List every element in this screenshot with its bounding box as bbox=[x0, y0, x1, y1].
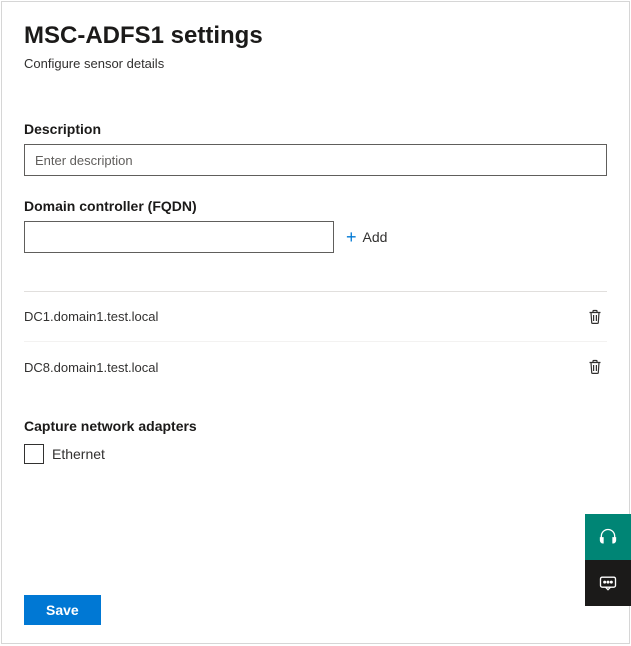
settings-panel: MSC-ADFS1 settings Configure sensor deta… bbox=[1, 1, 630, 644]
fqdn-input[interactable] bbox=[24, 221, 334, 253]
plus-icon: + bbox=[346, 228, 357, 246]
fqdn-field: Domain controller (FQDN) + Add bbox=[24, 198, 607, 253]
page-title: MSC-ADFS1 settings bbox=[24, 22, 607, 50]
floating-widgets bbox=[585, 514, 631, 606]
description-label: Description bbox=[24, 121, 607, 137]
add-button[interactable]: + Add bbox=[344, 224, 389, 250]
delete-button[interactable] bbox=[583, 305, 607, 329]
support-button[interactable] bbox=[585, 514, 631, 560]
adapters-section: Capture network adapters Ethernet bbox=[24, 418, 607, 464]
adapter-checkbox-ethernet[interactable] bbox=[24, 444, 44, 464]
description-input[interactable] bbox=[24, 144, 607, 176]
list-item: DC1.domain1.test.local bbox=[24, 292, 607, 342]
dc-name: DC1.domain1.test.local bbox=[24, 309, 158, 324]
dc-name: DC8.domain1.test.local bbox=[24, 360, 158, 375]
fqdn-label: Domain controller (FQDN) bbox=[24, 198, 607, 214]
trash-icon bbox=[587, 359, 603, 375]
trash-icon bbox=[587, 309, 603, 325]
feedback-button[interactable] bbox=[585, 560, 631, 606]
dc-list: DC1.domain1.test.local DC8.domain1.test.… bbox=[24, 292, 607, 392]
description-field: Description bbox=[24, 121, 607, 176]
headset-icon bbox=[598, 527, 618, 547]
add-button-label: Add bbox=[363, 229, 388, 245]
adapter-row: Ethernet bbox=[24, 444, 607, 464]
list-item: DC8.domain1.test.local bbox=[24, 342, 607, 392]
adapter-label: Ethernet bbox=[52, 446, 105, 462]
adapters-label: Capture network adapters bbox=[24, 418, 607, 434]
page-subtitle: Configure sensor details bbox=[24, 56, 607, 71]
save-button[interactable]: Save bbox=[24, 595, 101, 625]
delete-button[interactable] bbox=[583, 355, 607, 379]
chat-icon bbox=[598, 573, 618, 593]
